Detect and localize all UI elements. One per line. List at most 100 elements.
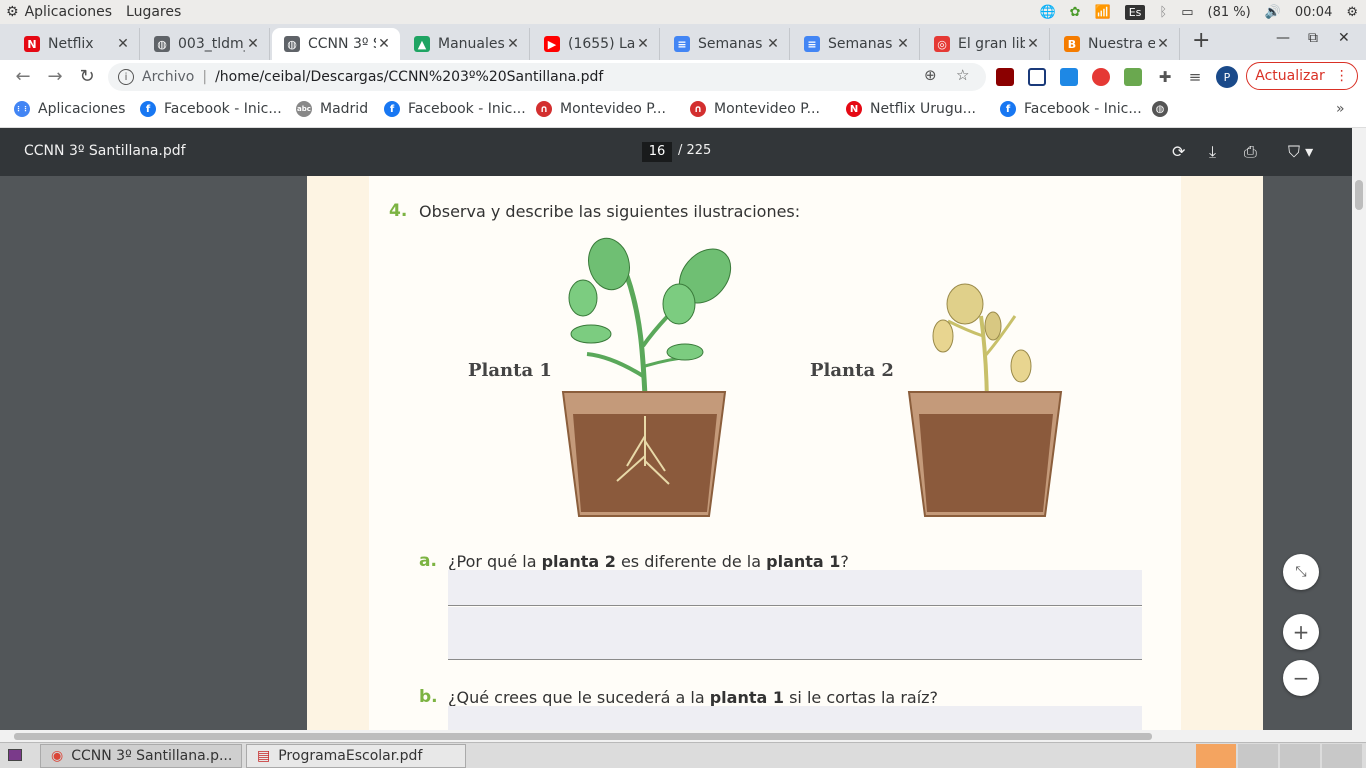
close-window-icon[interactable]: ✕ — [1338, 30, 1350, 46]
answer-line-a2[interactable] — [448, 607, 1142, 660]
question-b-text: ¿Qué crees que le sucederá a la planta 1… — [448, 688, 938, 707]
bookmark-dropdown-icon[interactable]: ⛉ ▾ — [1288, 142, 1313, 162]
bookmark-8[interactable]: f Facebook - Inic... — [1000, 101, 1142, 117]
tab-7[interactable]: ≡ Semanas ✕ — [792, 28, 920, 60]
show-desktop-icon[interactable] — [8, 749, 22, 761]
tab-title: Semanas — [698, 36, 763, 52]
back-arrow-icon[interactable]: ← — [12, 66, 34, 87]
restore-icon[interactable]: ⧉ — [1308, 30, 1318, 46]
ubuntu-logo-icon[interactable]: ⚙ — [6, 4, 19, 20]
vertical-scroll-thumb[interactable] — [1355, 180, 1363, 210]
address-bar[interactable]: i Archivo | /home/ceibal/Descargas/CCNN%… — [108, 63, 986, 91]
s-extension-icon[interactable] — [1060, 68, 1078, 86]
globe-icon[interactable]: 🌐 — [1039, 5, 1055, 20]
plant-2-label: Planta 2 — [810, 360, 894, 381]
print-icon[interactable]: ⎙ — [1244, 142, 1257, 162]
bluetooth-icon[interactable]: ᛒ — [1159, 5, 1167, 20]
tab-3[interactable]: ◍ CCNN 3º S ✕ — [272, 28, 400, 60]
taskbar-item-chrome[interactable]: ◉ CCNN 3º Santillana.p... — [40, 744, 242, 768]
settings-gear-icon[interactable]: ⚙ — [1346, 5, 1358, 20]
tab-5[interactable]: ▶ (1655) La ✕ — [532, 28, 660, 60]
ublock-extension-icon[interactable] — [996, 68, 1014, 86]
clock[interactable]: 00:04 — [1295, 5, 1332, 20]
globe-bookmark-icon[interactable]: ◍ — [1152, 101, 1168, 117]
url-text[interactable]: /home/ceibal/Descargas/CCNN%203º%20Santi… — [215, 69, 603, 85]
fit-page-icon[interactable]: ⤡ — [1283, 554, 1319, 590]
workspace-4[interactable] — [1322, 744, 1362, 768]
vertical-scrollbar[interactable] — [1352, 128, 1366, 730]
profile-avatar[interactable]: P — [1216, 66, 1238, 88]
tab-title: 003_tldm_ — [178, 36, 245, 52]
frog-icon[interactable]: ✿ — [1070, 5, 1081, 20]
workspace-1[interactable] — [1196, 744, 1236, 768]
bookmark-3[interactable]: abc Madrid — [296, 101, 368, 117]
tab-4[interactable]: ▲ Manuales ✕ — [402, 28, 530, 60]
pdf-title: CCNN 3º Santillana.pdf — [24, 143, 186, 159]
forward-arrow-icon[interactable]: → — [44, 66, 66, 87]
tab-close-icon[interactable]: ✕ — [1155, 36, 1171, 52]
zoom-out-icon[interactable]: − — [1283, 660, 1319, 696]
answer-line-a1[interactable] — [448, 570, 1142, 606]
bookmark-label: Netflix Urugu... — [870, 101, 977, 117]
bookmark-4[interactable]: f Facebook - Inic... — [384, 101, 526, 117]
new-tab-plus-icon[interactable]: + — [1192, 28, 1210, 53]
download-icon[interactable]: ⤓ — [1209, 142, 1216, 162]
minimize-icon[interactable]: — — [1276, 30, 1290, 46]
kebab-menu-icon[interactable]: ⋮ — [1335, 68, 1349, 84]
update-button[interactable]: Actualizar ⋮ — [1246, 62, 1358, 90]
zoom-magnifier-icon[interactable]: ⊕ — [924, 66, 937, 84]
horizontal-scrollbar[interactable] — [0, 730, 1366, 742]
update-label: Actualizar — [1255, 68, 1325, 84]
tab-favicon-icon: ▶ — [544, 36, 560, 52]
tab-close-icon[interactable]: ✕ — [895, 36, 911, 52]
opera-extension-icon[interactable] — [1092, 68, 1110, 86]
pdf-viewport[interactable]: 4. Observa y describe las siguientes ilu… — [0, 176, 1352, 730]
bookmark-7[interactable]: N Netflix Urugu... — [846, 101, 976, 117]
answer-line-b1[interactable] — [448, 706, 1142, 730]
tab-2[interactable]: ◍ 003_tldm_ ✕ — [142, 28, 270, 60]
bookmark-2[interactable]: f Facebook - Inic... — [140, 101, 282, 117]
extensions-puzzle-icon[interactable]: ✚ — [1156, 68, 1174, 86]
tab-close-icon[interactable]: ✕ — [376, 36, 392, 52]
applications-menu[interactable]: Aplicaciones — [25, 4, 112, 20]
bookmark-star-icon[interactable]: ☆ — [956, 66, 969, 84]
tab-9[interactable]: B Nuestra e ✕ — [1052, 28, 1180, 60]
tab-6[interactable]: ≡ Semanas ✕ — [662, 28, 790, 60]
tab-8[interactable]: ◎ El gran lib ✕ — [922, 28, 1050, 60]
bookmark-5[interactable]: ∩ Montevideo P... — [536, 101, 666, 117]
bookmark-label: Madrid — [320, 101, 369, 117]
tab-close-icon[interactable]: ✕ — [115, 36, 131, 52]
wifi-icon[interactable]: 📶 — [1095, 5, 1111, 20]
info-icon[interactable]: i — [118, 69, 134, 85]
question-a-bold-1: planta 2 — [541, 552, 616, 571]
volume-icon[interactable]: 🔊 — [1265, 5, 1281, 20]
frog-extension-icon[interactable] — [1124, 68, 1142, 86]
cursor-extension-icon[interactable] — [1028, 68, 1046, 86]
tab-close-icon[interactable]: ✕ — [245, 36, 261, 52]
tab-close-icon[interactable]: ✕ — [765, 36, 781, 52]
tab-1[interactable]: N Netflix ✕ — [12, 28, 140, 60]
reload-icon[interactable]: ↻ — [76, 66, 98, 87]
zoom-in-icon[interactable]: + — [1283, 614, 1319, 650]
os-top-panel: ⚙ Aplicaciones Lugares 🌐 ✿ 📶 Es ᛒ ▭ (81 … — [0, 0, 1366, 24]
tab-favicon-icon: ▲ — [414, 36, 430, 52]
battery-icon[interactable]: ▭ — [1181, 5, 1193, 20]
bookmark-1[interactable]: ⋮⋮ Aplicaciones — [14, 101, 125, 117]
media-queue-icon[interactable]: ≡ — [1186, 68, 1204, 86]
taskbar-item-pdf[interactable]: ▤ ProgramaEscolar.pdf — [246, 744, 466, 768]
workspace-2[interactable] — [1238, 744, 1278, 768]
page-number-input[interactable]: 16 — [642, 142, 672, 162]
more-bookmarks-chevron-icon[interactable]: » — [1336, 101, 1345, 117]
question-b-pre: ¿Qué crees que le sucederá a la — [448, 688, 710, 707]
rotate-icon[interactable]: ⟳ — [1172, 142, 1185, 161]
tab-close-icon[interactable]: ✕ — [505, 36, 521, 52]
tab-close-icon[interactable]: ✕ — [1025, 36, 1041, 52]
horizontal-scroll-thumb[interactable] — [14, 733, 1152, 740]
tab-close-icon[interactable]: ✕ — [635, 36, 651, 52]
keyboard-layout-indicator[interactable]: Es — [1124, 4, 1146, 20]
workspace-3[interactable] — [1280, 744, 1320, 768]
bookmark-6[interactable]: ∩ Montevideo P... — [690, 101, 820, 117]
places-menu[interactable]: Lugares — [126, 4, 181, 20]
tab-favicon-icon: ◍ — [154, 36, 170, 52]
plant-1-label: Planta 1 — [468, 360, 552, 381]
